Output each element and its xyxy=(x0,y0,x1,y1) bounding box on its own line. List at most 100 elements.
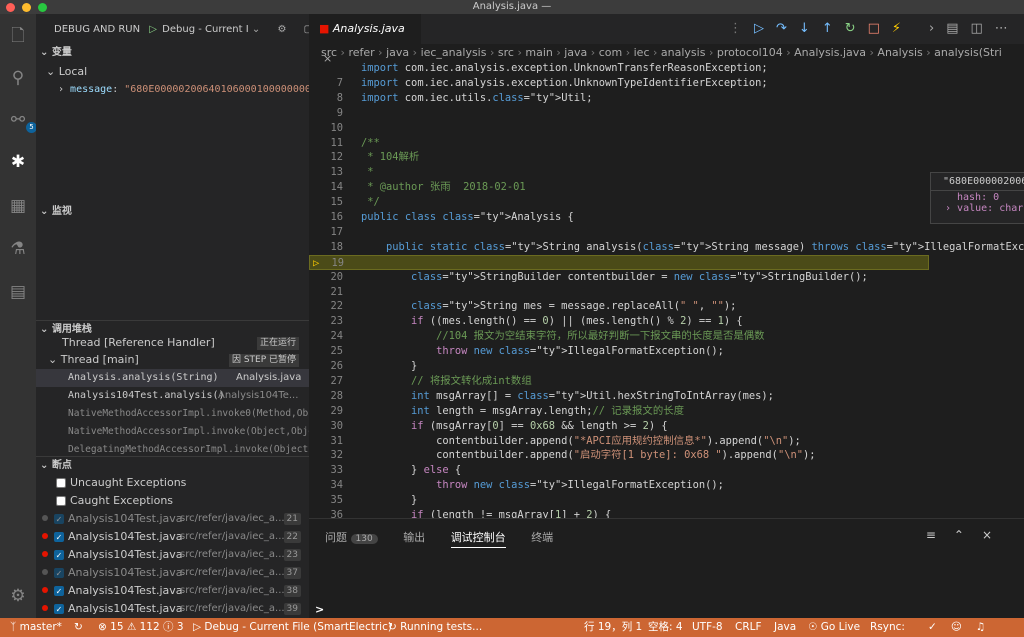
code-line[interactable]: 19 ▷ xyxy=(309,254,929,270)
breadcrumb-item[interactable]: Analysis xyxy=(877,46,922,59)
code-line[interactable]: 32 contentbuilder.append("启动字符[1 byte]: … xyxy=(309,448,929,463)
breadcrumb-item[interactable]: java xyxy=(564,46,587,59)
explorer-icon[interactable]: 🗋 xyxy=(6,24,30,48)
step-over-icon[interactable]: ↷ xyxy=(776,21,799,36)
rsync-status[interactable]: Rsync: xyxy=(870,618,905,637)
code-line[interactable]: 28 int msgArray[] = class="ty">Util.hexS… xyxy=(309,389,929,404)
breadcrumb-item[interactable]: iec_analysis xyxy=(421,46,487,59)
restart-icon[interactable]: ↻ xyxy=(845,21,868,36)
caught-exceptions-checkbox[interactable]: Caught Exceptions xyxy=(36,492,309,510)
maximize-window-button[interactable] xyxy=(38,3,47,12)
breadcrumb-item[interactable]: refer xyxy=(348,46,374,59)
problems-status[interactable]: ⊗ 15 ⚠ 112 ⓘ 3 xyxy=(98,618,184,637)
code-line[interactable]: 11 /** xyxy=(309,136,929,151)
split-editor-icon[interactable]: ◫ xyxy=(971,21,995,36)
breadcrumb-item[interactable]: java xyxy=(386,46,409,59)
code-line[interactable]: 15 */ xyxy=(309,195,929,210)
line-ending[interactable]: CRLF xyxy=(735,618,762,637)
code-line[interactable]: 22 class="ty">String mes = message.repla… xyxy=(309,299,929,314)
code-line[interactable]: 8 import com.iec.utils.class="ty">Util; xyxy=(309,91,929,106)
breadcrumb-item[interactable]: src xyxy=(498,46,514,59)
tab-debug-console[interactable]: 调试控制台 xyxy=(450,531,506,548)
notebook-icon[interactable]: ▤ xyxy=(6,280,30,304)
code-line[interactable]: import com.iec.analysis.exception.Unknow… xyxy=(309,61,929,76)
feedback-icon[interactable]: ☺ xyxy=(951,621,976,633)
stack-frame[interactable]: Analysis.analysis(String) Analysis.java xyxy=(36,369,309,387)
code-line[interactable]: 20 class="ty">StringBuilder contentbuild… xyxy=(309,270,929,285)
go-live-button[interactable]: ☉ Go Live xyxy=(808,618,860,637)
check-icon[interactable]: ✓ xyxy=(928,621,951,633)
clear-console-icon[interactable]: ≡ xyxy=(926,528,954,542)
breadcrumb-item[interactable]: Analysis.java xyxy=(794,46,866,59)
code-line[interactable]: 25 throw new class="ty">IllegalFormatExc… xyxy=(309,344,929,359)
code-line[interactable]: 14 * @author 张雨 2018-02-01 xyxy=(309,180,929,195)
stack-frame[interactable]: NativeMethodAccessorImpl.invoke(Object,O… xyxy=(36,423,309,441)
code-line[interactable]: 9 xyxy=(309,106,929,121)
continue-icon[interactable]: ▷ xyxy=(754,21,776,36)
chevron-right-icon[interactable]: › xyxy=(929,21,946,36)
code-line[interactable]: 16 public class class="ty">Analysis { xyxy=(309,210,929,225)
step-out-icon[interactable]: ↑ xyxy=(822,21,845,36)
tab-output[interactable]: 输出 xyxy=(403,531,425,544)
chevron-up-icon[interactable]: ⌃ xyxy=(954,528,982,542)
testing-icon[interactable]: ⚗ xyxy=(6,237,30,261)
cursor-position[interactable]: 行 19，列 1 xyxy=(584,618,642,637)
debug-config-select[interactable]: Debug - Current I xyxy=(162,24,249,35)
uncaught-exceptions-checkbox[interactable]: Uncaught Exceptions xyxy=(36,474,309,492)
code-line[interactable]: 13 * xyxy=(309,165,929,180)
code-line[interactable]: 23 if ((mes.length() == 0) || (mes.lengt… xyxy=(309,314,929,329)
code-line[interactable]: 29 int length = msgArray.length;// 记录报文的… xyxy=(309,404,929,419)
debug-settings-icon[interactable]: ⚙ xyxy=(277,24,286,35)
code-line[interactable]: 36 if (length != msgArray[1] + 2) { xyxy=(309,508,929,518)
breadcrumb-item[interactable]: iec xyxy=(634,46,650,59)
stop-icon[interactable]: □ xyxy=(868,21,892,36)
breakpoint-item[interactable]: ✓ Analysis104Test.java src/refer/java/iec_… xyxy=(36,564,309,582)
breadcrumb-item[interactable]: main xyxy=(525,46,552,59)
start-debug-icon[interactable]: ▷ xyxy=(149,24,157,35)
console-prompt[interactable]: > xyxy=(315,603,324,616)
encoding[interactable]: UTF-8 xyxy=(692,618,723,637)
code-line[interactable]: 35 } xyxy=(309,493,929,508)
breadcrumb-item[interactable]: com xyxy=(599,46,623,59)
tab-analysis-java[interactable]: ■ Analysis.java × xyxy=(309,14,421,65)
breadcrumb-item[interactable]: protocol104 xyxy=(717,46,783,59)
code-line[interactable]: 27 // 将报文转化成int数组 xyxy=(309,374,929,389)
step-into-icon[interactable]: ↓ xyxy=(799,21,822,36)
stack-frame[interactable]: Analysis104Test.analysis() Analysis104Te… xyxy=(36,387,309,405)
sync-icon[interactable]: ↻ xyxy=(74,618,83,637)
breadcrumb-item[interactable]: analysis xyxy=(661,46,706,59)
breakpoint-item[interactable]: ✓ Analysis104Test.java src/refer/java/iec_… xyxy=(36,510,309,528)
code-line[interactable]: 30 if (msgArray[0] == 0x68 && length >= … xyxy=(309,419,929,434)
code-line[interactable]: 31 contentbuilder.append("*APCI应用规约控制信息*… xyxy=(309,434,929,449)
code-line[interactable]: 12 * 104解析 xyxy=(309,150,929,165)
hover-value-field[interactable]: › value: char[32]@44 xyxy=(931,203,1024,214)
code-line[interactable]: 7 import com.iec.analysis.exception.Unkno… xyxy=(309,76,929,91)
code-line[interactable]: 17 xyxy=(309,225,929,240)
breakpoints-section-header[interactable]: ⌄ 断点 xyxy=(36,456,309,474)
bell-icon[interactable]: ♫ xyxy=(976,621,999,633)
close-panel-icon[interactable]: × xyxy=(982,528,1010,542)
tab-problems[interactable]: 问题 130 xyxy=(325,531,378,544)
minimize-window-button[interactable] xyxy=(22,3,31,12)
chevron-down-icon[interactable]: ⌄ xyxy=(252,24,260,35)
stack-frame[interactable]: NativeMethodAccessorImpl.invoke0(Method,… xyxy=(36,405,309,423)
close-window-button[interactable] xyxy=(6,3,15,12)
code-line[interactable]: 18 public static class="ty">String analy… xyxy=(309,240,1024,255)
branch-status[interactable]: ᛉ master* xyxy=(10,618,62,637)
code-line[interactable]: 10 xyxy=(309,121,929,136)
debug-status[interactable]: ▷ Debug - Current File (SmartElectric) xyxy=(193,618,392,637)
debug-icon[interactable]: ✱ xyxy=(6,150,30,174)
search-icon[interactable]: ⚲ xyxy=(6,66,30,90)
breakpoint-item[interactable]: ✓ Analysis104Test.java src/refer/java/iec_… xyxy=(36,600,309,618)
code-line[interactable]: 24 //104 报文为空结束字符，所以最好判断一下报文串的长度是否是偶数 xyxy=(309,329,929,344)
breadcrumb-item[interactable]: src xyxy=(321,46,337,59)
hot-reload-icon[interactable]: ⚡ xyxy=(892,21,913,36)
thread-main[interactable]: ⌄ Thread [main] 因 STEP 已暂停 xyxy=(36,351,309,369)
variable-message[interactable]: › message: "680E000002006401060001000000… xyxy=(36,81,309,99)
drag-handle-icon[interactable]: ⋮ xyxy=(729,21,754,36)
variables-section-header[interactable]: ⌄ 变量 xyxy=(36,44,309,62)
breadcrumb-item[interactable]: analysis(Stri xyxy=(934,46,1002,59)
tab-terminal[interactable]: 终端 xyxy=(531,531,553,544)
local-scope[interactable]: ⌄ Local xyxy=(36,63,309,81)
settings-gear-icon[interactable]: ⚙ xyxy=(6,584,30,608)
